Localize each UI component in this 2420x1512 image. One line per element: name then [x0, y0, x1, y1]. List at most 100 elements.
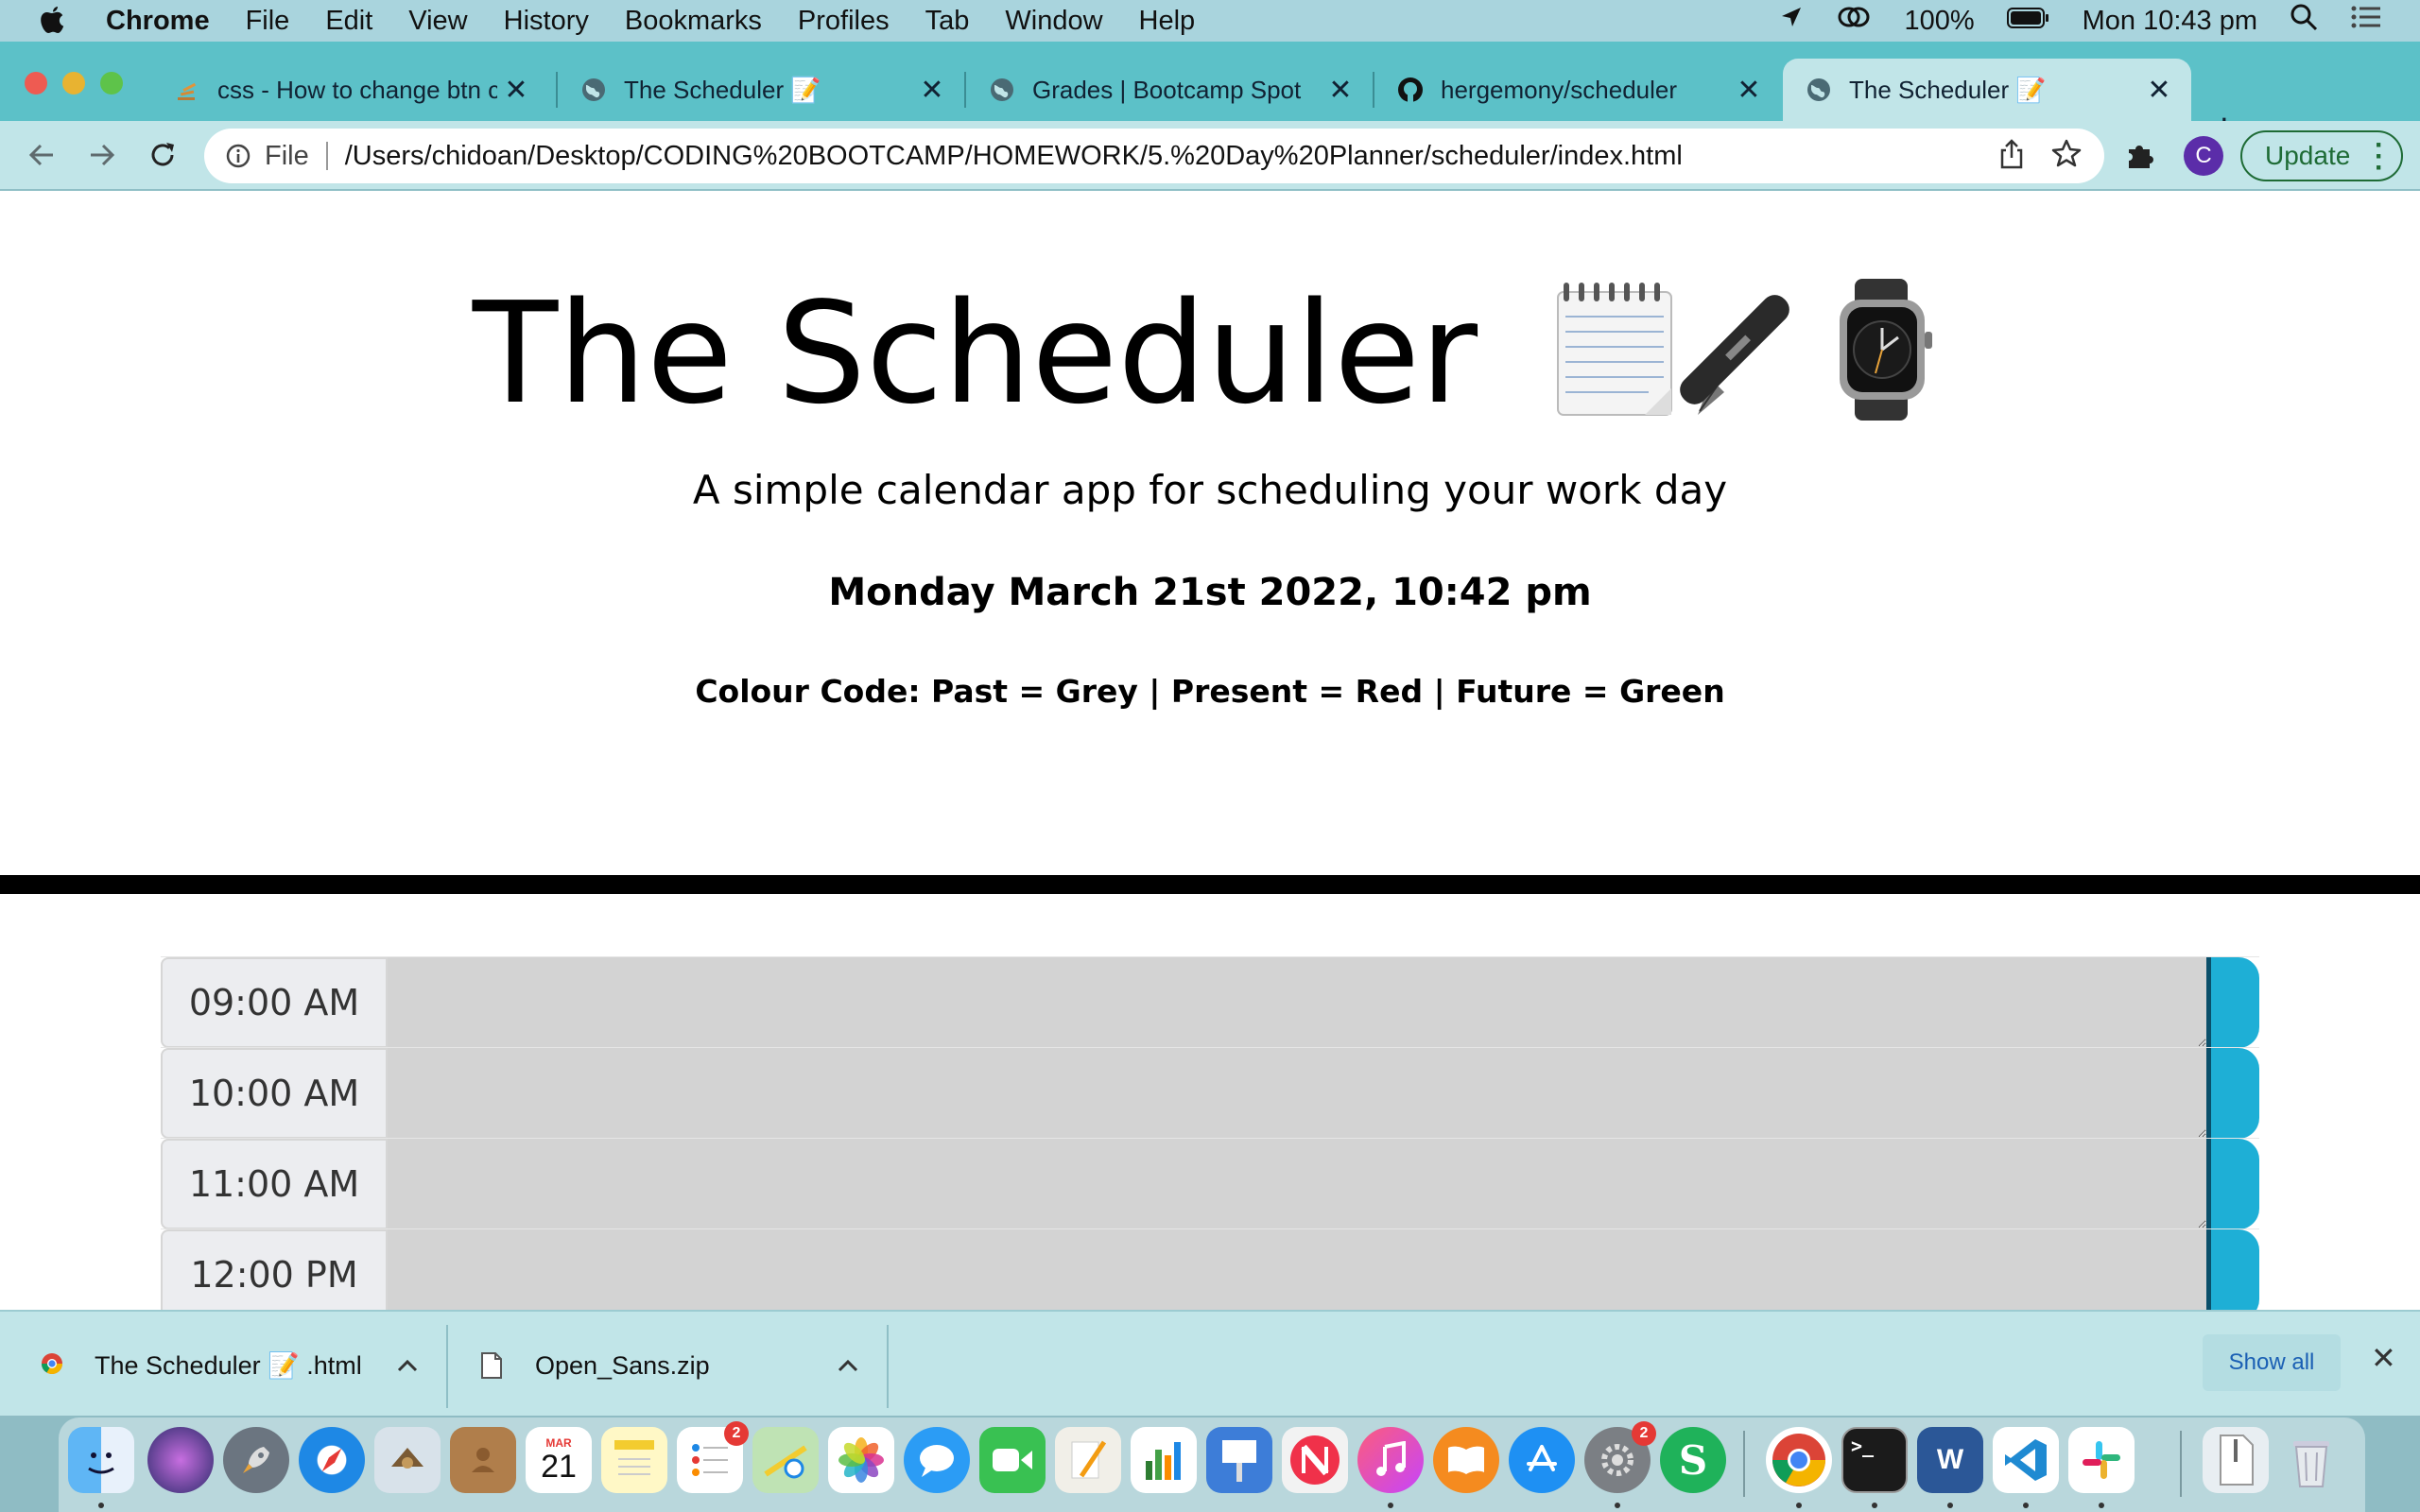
vscode-icon[interactable]	[1993, 1427, 2059, 1493]
battery-icon[interactable]	[2006, 6, 2050, 37]
reload-icon[interactable]	[140, 132, 185, 178]
tab-close-icon[interactable]: ✕	[913, 74, 951, 107]
spotlight-search-icon[interactable]	[2290, 3, 2318, 39]
menu-file[interactable]: File	[246, 6, 290, 37]
watch-icon	[1840, 278, 1933, 421]
address-bar[interactable]: File /Users/chidoan/Desktop/CODING%20BOO…	[204, 129, 2104, 183]
share-icon[interactable]	[1998, 138, 2025, 178]
finder-icon[interactable]	[68, 1427, 134, 1493]
books-icon[interactable]	[1433, 1427, 1499, 1493]
time-block-list: 09:00 AM 10:00 AM 11:00 AM 12:00 PM	[161, 956, 2259, 1310]
tab-grades-bootcamp-spot[interactable]: Grades | Bootcamp Spot ✕	[966, 59, 1373, 121]
menu-profiles[interactable]: Profiles	[798, 6, 890, 37]
messages-icon[interactable]	[904, 1427, 970, 1493]
window-close-button[interactable]	[25, 72, 47, 94]
download-item[interactable]: The Scheduler 📝 .html	[40, 1325, 418, 1406]
page-subtitle: A simple calendar app for scheduling you…	[692, 467, 1728, 513]
photos-icon[interactable]	[828, 1427, 894, 1493]
tab-close-icon[interactable]: ✕	[497, 74, 535, 107]
location-arrow-icon[interactable]	[1779, 5, 1804, 37]
download-options-chevron-icon[interactable]	[397, 1353, 418, 1378]
menu-edit[interactable]: Edit	[325, 6, 372, 37]
update-button[interactable]: Update · · ·	[2240, 130, 2403, 182]
download-item[interactable]: Open_Sans.zip	[480, 1325, 858, 1406]
tab-stackoverflow[interactable]: css - How to change btn co ✕	[151, 59, 548, 121]
reminders-icon[interactable]: 2	[677, 1421, 749, 1493]
calendar-day: 21	[541, 1449, 577, 1485]
event-description-input[interactable]	[388, 1229, 2206, 1310]
launchpad-rocket-icon[interactable]	[223, 1427, 289, 1493]
colour-code-legend: Colour Code: Past = Grey | Present = Red…	[695, 673, 1725, 710]
maps-icon[interactable]	[752, 1427, 819, 1493]
extensions-puzzle-icon[interactable]	[2125, 138, 2157, 175]
menu-app-name[interactable]: Chrome	[106, 6, 210, 37]
numbers-chart-icon[interactable]	[1131, 1427, 1197, 1493]
bookmark-star-icon[interactable]	[2051, 138, 2082, 178]
menu-tab[interactable]: Tab	[925, 6, 970, 37]
notes-icon[interactable]	[601, 1427, 667, 1493]
current-datetime: Monday March 21st 2022, 10:42 pm	[828, 571, 1592, 614]
tab-label: The Scheduler 📝	[1849, 75, 2047, 104]
globe-favicon-icon	[1806, 77, 1832, 103]
event-description-input[interactable]	[388, 957, 2206, 1048]
back-arrow-icon[interactable]	[19, 132, 64, 178]
siri-icon[interactable]	[147, 1427, 214, 1493]
menu-bar-clock[interactable]: Mon 10:43 pm	[2083, 6, 2257, 37]
save-button[interactable]	[2206, 957, 2259, 1048]
menu-history[interactable]: History	[504, 6, 589, 37]
menu-view[interactable]: View	[408, 6, 467, 37]
tab-close-icon[interactable]: ✕	[1730, 74, 1768, 107]
save-button[interactable]	[2206, 1048, 2259, 1139]
news-icon[interactable]	[1282, 1427, 1348, 1493]
running-indicator	[98, 1503, 104, 1508]
page-title: The Scheduler	[0, 278, 2420, 448]
profile-avatar[interactable]: C	[2184, 136, 2223, 176]
tab-github-scheduler[interactable]: hergemony/scheduler ✕	[1374, 59, 1781, 121]
system-preferences-gear-icon[interactable]: 2	[1584, 1421, 1656, 1493]
window-zoom-button[interactable]	[100, 72, 123, 94]
event-description-input[interactable]	[388, 1048, 2206, 1139]
tab-the-scheduler-active[interactable]: The Scheduler 📝 ✕	[1783, 59, 2191, 121]
tab-the-scheduler-1[interactable]: The Scheduler 📝 ✕	[558, 59, 964, 121]
contacts-book-icon[interactable]	[450, 1427, 516, 1493]
safari-compass-icon[interactable]	[299, 1427, 365, 1493]
chrome-icon[interactable]	[1766, 1427, 1832, 1493]
event-description-input[interactable]	[388, 1139, 2206, 1229]
keynote-podium-icon[interactable]	[1206, 1427, 1272, 1493]
terminal-icon[interactable]: >_	[1841, 1427, 1908, 1493]
show-all-downloads-button[interactable]: Show all	[2203, 1334, 2341, 1391]
save-button[interactable]	[2206, 1139, 2259, 1229]
save-button[interactable]	[2206, 1229, 2259, 1310]
control-center-icon[interactable]	[2350, 4, 2382, 38]
zip-archive-icon[interactable]	[2203, 1427, 2269, 1493]
download-options-chevron-icon[interactable]	[838, 1353, 858, 1378]
forward-arrow-icon[interactable]	[79, 132, 125, 178]
scrivener-s-icon[interactable]: S	[1660, 1427, 1726, 1493]
window-minimize-button[interactable]	[62, 72, 85, 94]
microsoft-word-icon[interactable]: W	[1917, 1427, 1983, 1493]
menu-bar-status-area: 100% Mon 10:43 pm	[1779, 0, 2382, 42]
slack-icon[interactable]	[2068, 1427, 2135, 1493]
dock-separator	[2180, 1431, 2182, 1497]
title-emoji-group	[1550, 278, 1947, 448]
creative-cloud-icon[interactable]	[1836, 4, 1872, 38]
pages-icon[interactable]	[1055, 1427, 1121, 1493]
close-downloads-bar-icon[interactable]: ✕	[2371, 1340, 2396, 1376]
chrome-menu-kebab-icon[interactable]: · · ·	[2375, 131, 2384, 182]
mail-stamp-icon[interactable]	[374, 1427, 441, 1493]
running-indicator	[1872, 1503, 1877, 1508]
site-info-icon[interactable]	[225, 143, 251, 169]
menu-bookmarks[interactable]: Bookmarks	[625, 6, 762, 37]
apple-menu-icon[interactable]	[38, 5, 76, 37]
menu-help[interactable]: Help	[1139, 6, 1196, 37]
app-store-icon[interactable]	[1509, 1427, 1575, 1493]
url-text[interactable]: /Users/chidoan/Desktop/CODING%20BOOTCAMP…	[345, 141, 1683, 172]
trash-icon[interactable]	[2278, 1427, 2344, 1493]
tab-close-icon[interactable]: ✕	[2140, 74, 2178, 107]
web-page: The Scheduler A simple calendar app for …	[0, 193, 2420, 1310]
tab-close-icon[interactable]: ✕	[1322, 74, 1359, 107]
music-note-icon[interactable]	[1357, 1427, 1424, 1493]
facetime-icon[interactable]	[979, 1427, 1046, 1493]
menu-window[interactable]: Window	[1005, 6, 1102, 37]
calendar-icon[interactable]: MAR 21	[526, 1427, 592, 1493]
